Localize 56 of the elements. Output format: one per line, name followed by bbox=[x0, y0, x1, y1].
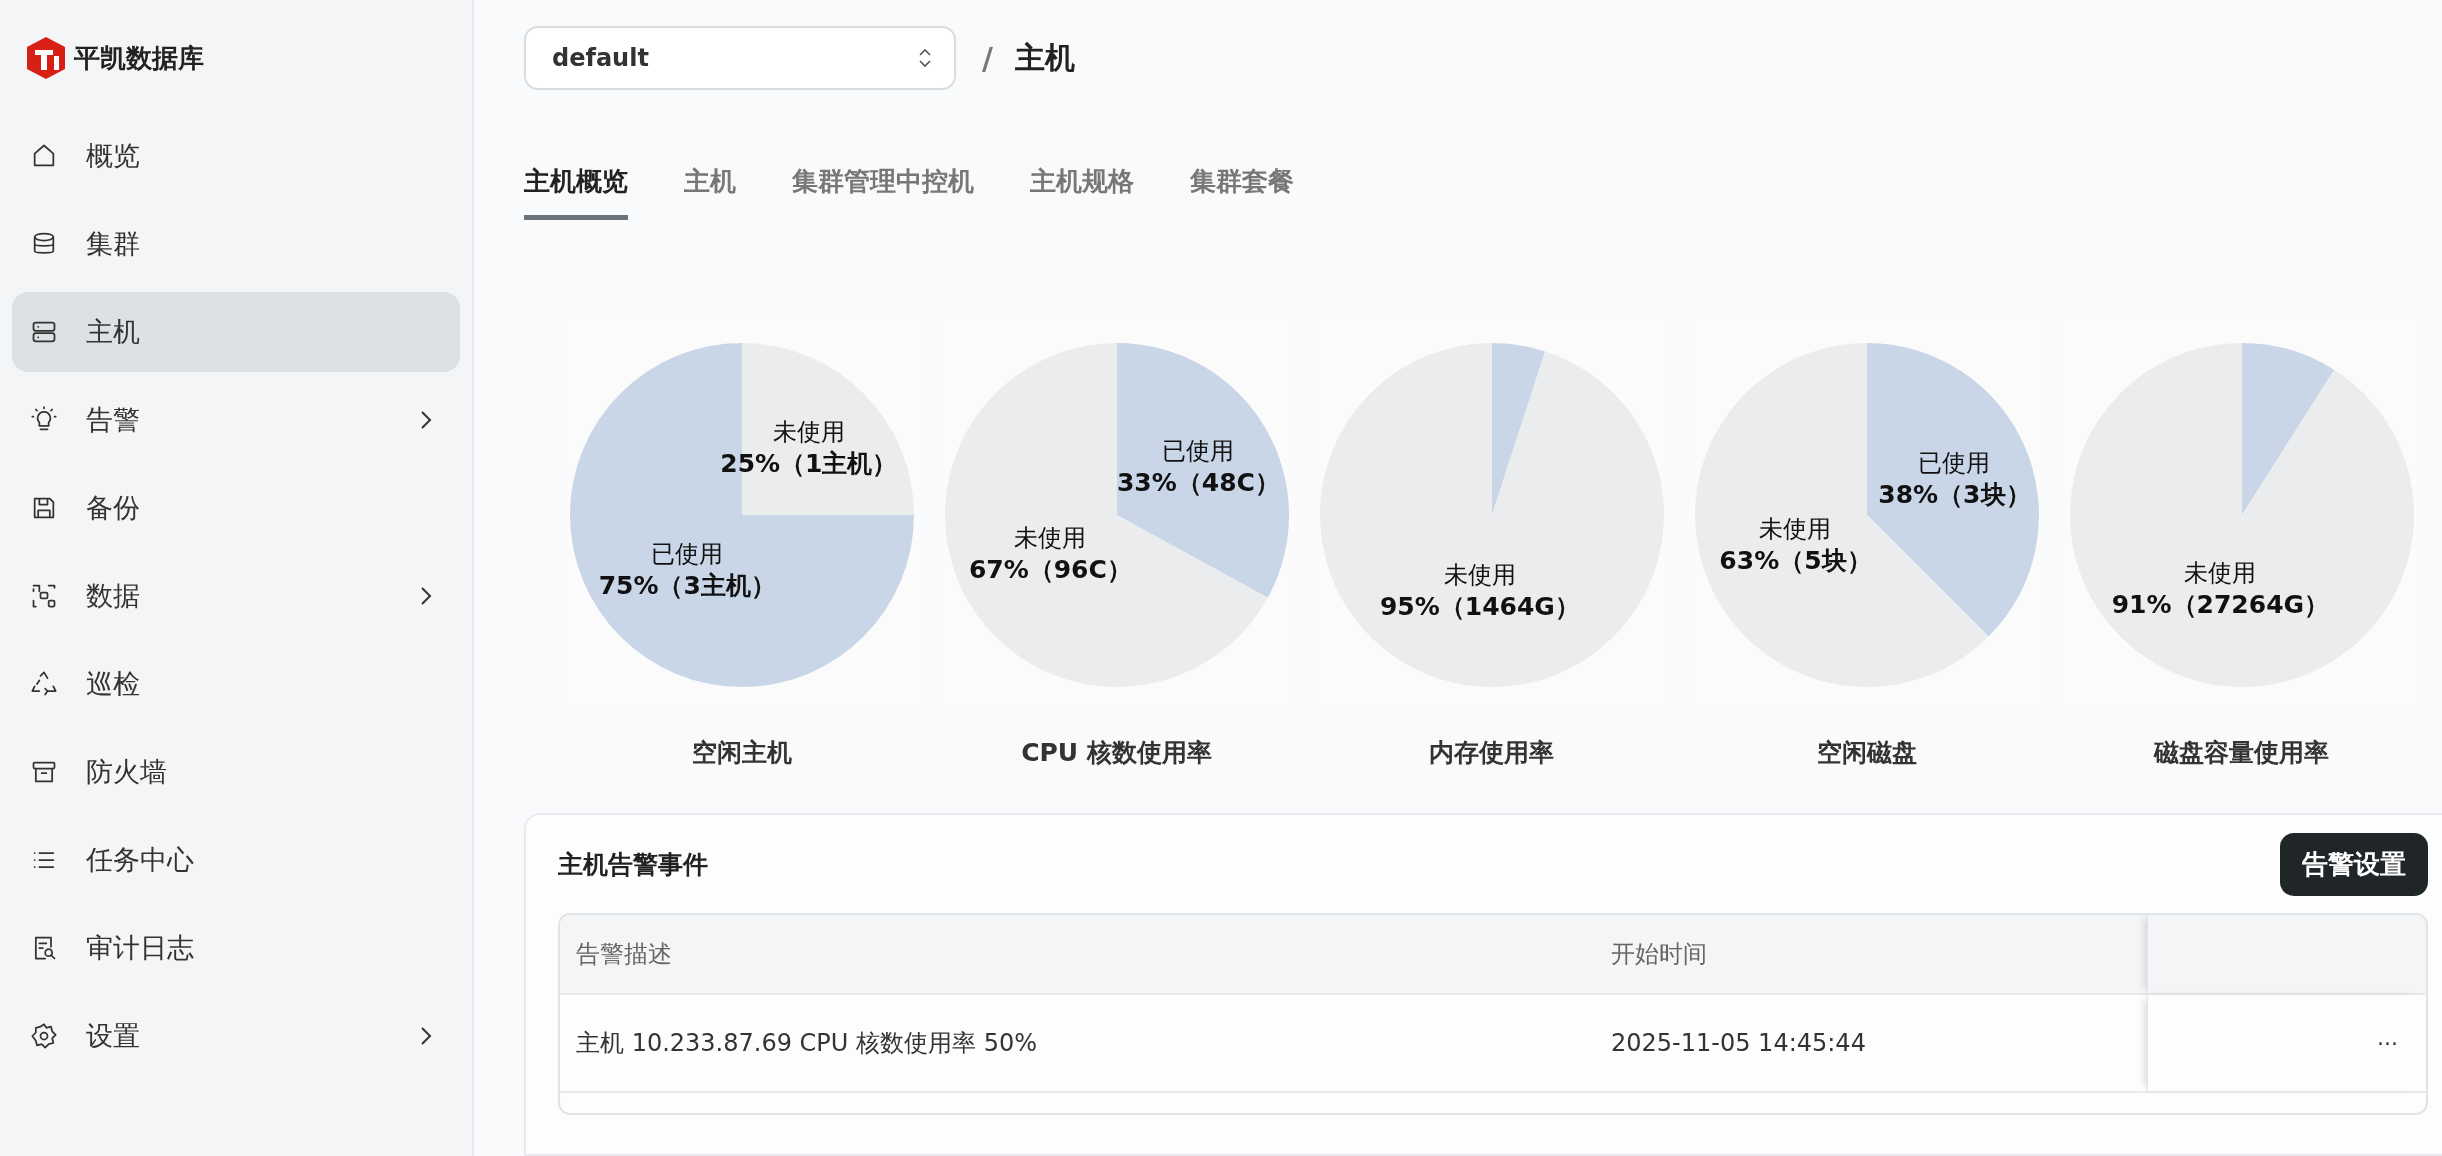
chart-title: CPU 核数使用率 bbox=[1021, 737, 1212, 769]
sidebar-item[interactable]: 备份 bbox=[12, 468, 460, 548]
sidebar-item[interactable]: 告警 bbox=[12, 380, 460, 460]
sidebar-item[interactable]: 集群 bbox=[12, 204, 460, 284]
sidebar-item[interactable]: 审计日志 bbox=[12, 908, 460, 988]
slice-label: 已使用 bbox=[650, 539, 723, 568]
sidebar-item[interactable]: 防火墙 bbox=[12, 732, 460, 812]
sidebar-item[interactable]: 任务中心 bbox=[12, 820, 460, 900]
card-title: 主机告警事件 bbox=[558, 848, 708, 881]
slice-label: 未使用 bbox=[1443, 561, 1516, 590]
tab[interactable]: 主机 bbox=[684, 164, 736, 220]
tab[interactable]: 集群套餐 bbox=[1190, 164, 1294, 220]
logo-icon bbox=[26, 36, 66, 80]
slice-label: 已使用 bbox=[1161, 436, 1234, 465]
column-header: 开始时间 bbox=[1610, 939, 1708, 970]
slice-value-label: 33%（48C） bbox=[1116, 467, 1280, 497]
slice-label: 未使用 bbox=[1759, 514, 1831, 543]
tab[interactable]: 主机规格 bbox=[1030, 164, 1134, 220]
brand-name: 平凯数据库 bbox=[74, 41, 204, 75]
chevron-icon bbox=[420, 1026, 432, 1046]
breadcrumb-separator: / bbox=[982, 40, 993, 76]
sidebar-item[interactable]: 概览 bbox=[12, 116, 460, 196]
chevron-icon bbox=[420, 410, 432, 430]
chart-title: 空闲磁盘 bbox=[1816, 737, 1917, 769]
table-cell-text: 2025-11-05 14:45:44 bbox=[1610, 1029, 1867, 1057]
sidebar-item[interactable]: 主机 bbox=[12, 292, 460, 372]
chart-title: 内存使用率 bbox=[1429, 737, 1554, 769]
slice-value-label: 63%（5块） bbox=[1718, 545, 1872, 575]
chevron-icon bbox=[420, 586, 432, 606]
sidebar-item[interactable]: 设置 bbox=[12, 996, 460, 1076]
sidebar-item[interactable]: 数据 bbox=[12, 556, 460, 636]
settings-icon bbox=[30, 1022, 58, 1050]
slice-value-label: 75%（3主机） bbox=[598, 570, 776, 600]
chart-title: 空闲主机 bbox=[691, 737, 792, 769]
slice-label: 未使用 bbox=[772, 418, 845, 447]
slice-value-label: 67%（96C） bbox=[968, 555, 1132, 585]
slice-value-label: 95%（1464G） bbox=[1379, 592, 1580, 622]
more-button[interactable]: ··· bbox=[2377, 1030, 2398, 1056]
column-header: 告警描述 bbox=[575, 939, 673, 970]
slice-label: 已使用 bbox=[1917, 448, 1990, 477]
recycle-icon bbox=[30, 670, 58, 698]
slice-value-label: 25%（1主机） bbox=[719, 449, 897, 479]
cluster-select[interactable]: default bbox=[524, 26, 956, 90]
slice-value-label: 91%（27264G） bbox=[2111, 590, 2329, 620]
chart-title: 磁盘容量使用率 bbox=[2154, 737, 2329, 769]
sidebar-item[interactable]: 巡检 bbox=[12, 644, 460, 724]
slice-label: 未使用 bbox=[2183, 559, 2256, 588]
slice-value-label: 38%（3块） bbox=[1877, 479, 2030, 509]
tab[interactable]: 主机概览 bbox=[524, 164, 628, 220]
table-cell-text: 主机 10.233.87.69 CPU 核数使用率 50% bbox=[575, 1028, 1038, 1059]
page-title: 主机 bbox=[1014, 38, 1075, 77]
alert-settings-button[interactable]: 告警设置 bbox=[2280, 832, 2428, 896]
sort-icon bbox=[918, 47, 932, 69]
tab[interactable]: 集群管理中控机 bbox=[792, 164, 974, 220]
data-icon bbox=[30, 582, 58, 610]
slice-label: 未使用 bbox=[1013, 524, 1086, 553]
